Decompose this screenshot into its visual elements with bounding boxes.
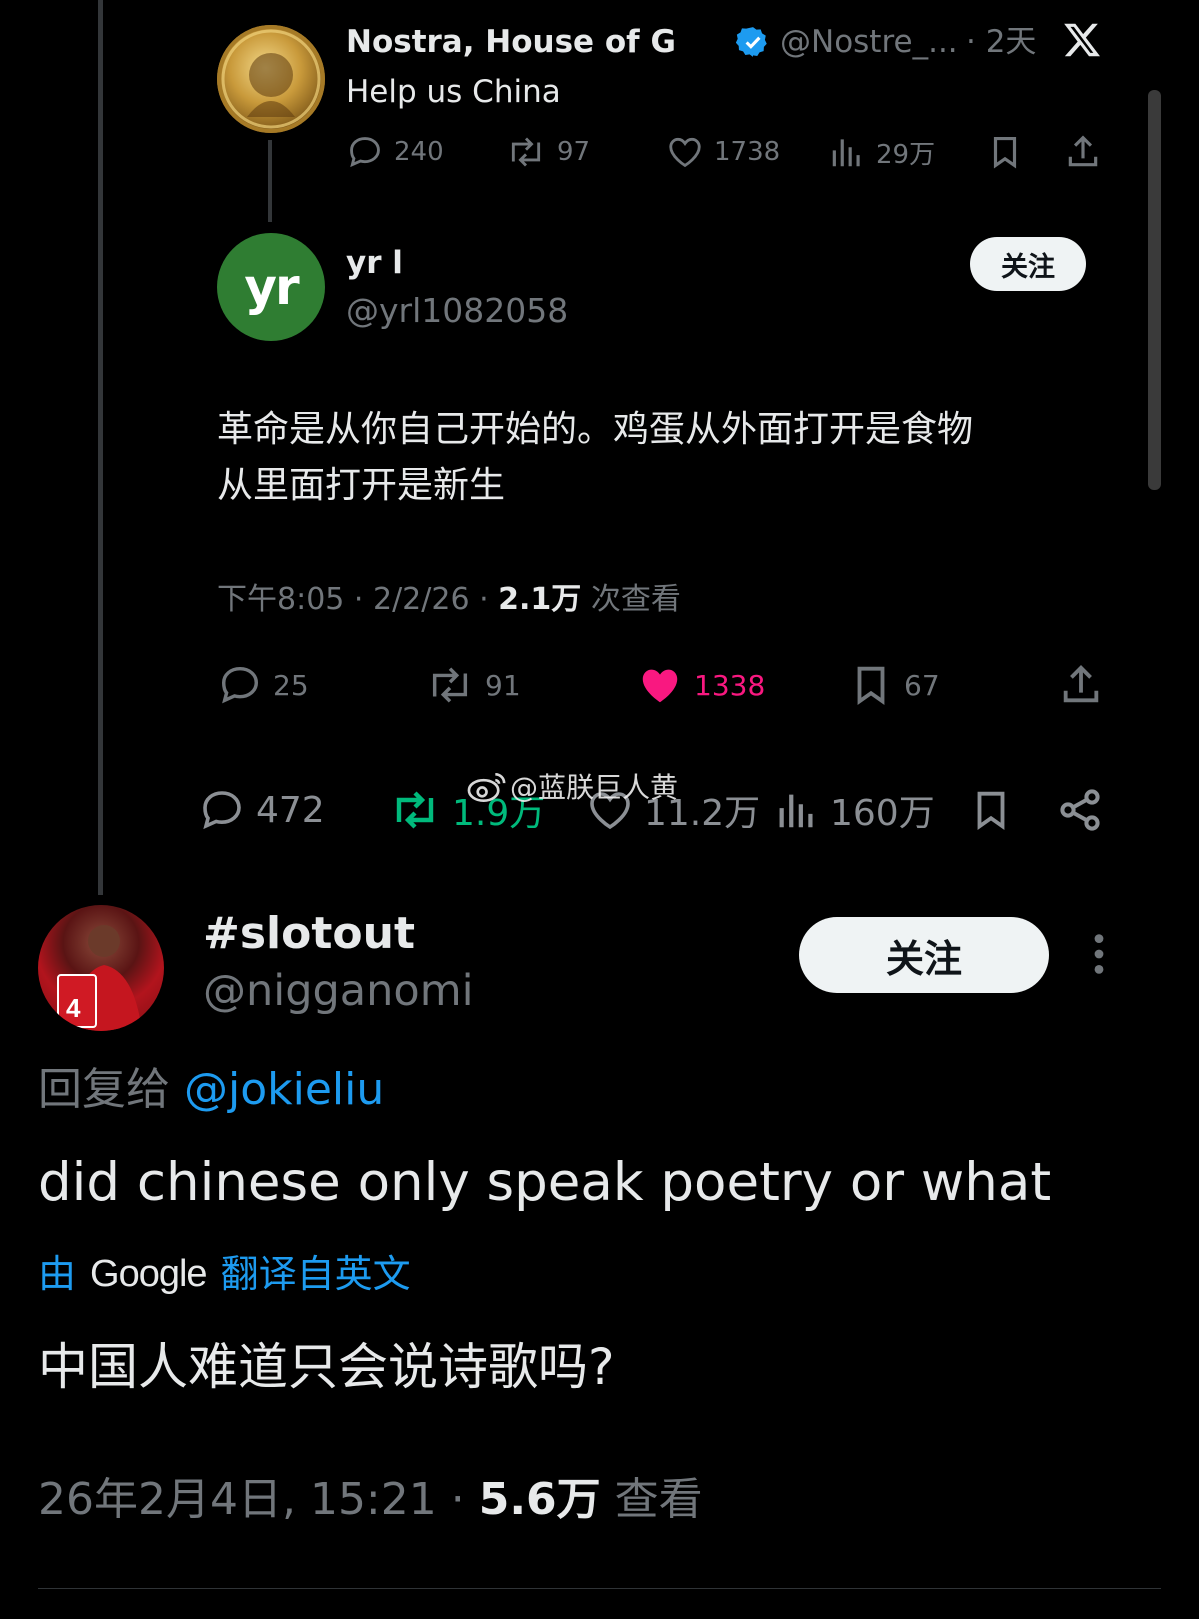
google-logo: Google <box>90 1253 208 1295</box>
weibo-watermark: @蓝朕巨人黄 <box>466 766 678 806</box>
translate-suffix: 翻译自英文 <box>220 1252 411 1296</box>
reply-post-timestamp[interactable]: 下午8:05 · 2/2/26 · <box>217 582 498 617</box>
outer-reply-count: 472 <box>256 789 325 831</box>
weibo-watermark-text: @蓝朕巨人黄 <box>510 771 679 804</box>
quoted-views-count: 29万 <box>876 139 936 170</box>
reply-bookmark-action[interactable]: 67 <box>848 662 940 708</box>
quoted-repost-count: 97 <box>557 137 591 167</box>
reply-post-meta: 下午8:05 · 2/2/26 · 2.1万 次查看 <box>217 580 681 620</box>
reply-bookmark-count: 67 <box>904 668 940 702</box>
avatar-nostra[interactable] <box>217 25 325 133</box>
main-post-text: did chinese only speak poetry or what <box>38 1152 1052 1213</box>
verified-badge-icon <box>736 25 770 59</box>
avatar-yr[interactable]: yr <box>217 233 325 341</box>
reply-follow-button[interactable]: 关注 <box>970 237 1086 291</box>
quoted-reply-count: 240 <box>394 137 444 167</box>
avatar-yr-text: yr <box>244 258 299 316</box>
outer-views-count: 160万 <box>830 793 935 834</box>
reply-post-text-line2: 从里面打开是新生 <box>217 465 506 506</box>
quoted-post-text: Help us China <box>346 74 561 110</box>
more-icon[interactable] <box>1088 932 1110 976</box>
outer-share-icon[interactable] <box>1056 786 1104 834</box>
quoted-reply-action[interactable]: 240 <box>346 132 444 172</box>
repost-icon <box>396 791 434 829</box>
svg-text:4: 4 <box>66 993 81 1023</box>
quoted-bookmark-icon[interactable] <box>986 133 1024 171</box>
weibo-icon <box>467 772 506 802</box>
main-post-timestamp[interactable]: 26年2月4日, 15:21 · <box>38 1474 479 1525</box>
views-icon <box>832 139 860 167</box>
reply-post-name[interactable]: yr l <box>346 243 403 283</box>
scrollbar[interactable] <box>1148 90 1161 490</box>
reply-reply-action[interactable]: 25 <box>217 662 309 708</box>
quoted-views-action[interactable]: 29万 <box>828 132 935 172</box>
main-post-views-count: 5.6万 <box>478 1474 601 1525</box>
reply-like-count: 1338 <box>694 668 766 702</box>
thread-line-inner <box>268 140 272 222</box>
repost-icon <box>511 137 541 167</box>
main-post-name[interactable]: #slotout <box>203 908 415 960</box>
quoted-like-action[interactable]: 1738 <box>666 132 780 172</box>
translated-text: 中国人难道只会说诗歌吗? <box>38 1338 615 1396</box>
bottom-divider <box>38 1588 1161 1589</box>
outer-reply-action[interactable]: 472 <box>198 786 325 834</box>
reply-post-views-label: 次查看 <box>581 582 681 617</box>
translation-attribution[interactable]: 由 Google 翻译自英文 <box>38 1248 411 1300</box>
thread-line-outer <box>98 0 103 895</box>
quoted-post-name[interactable]: Nostra, House of G <box>346 22 676 62</box>
repost-icon <box>432 667 468 703</box>
like-icon <box>642 669 678 703</box>
views-icon <box>779 794 813 828</box>
reply-to-handle[interactable]: @jokieliu <box>184 1064 384 1115</box>
reply-icon <box>350 137 380 168</box>
reply-post-handle[interactable]: @yrl1082058 <box>346 290 568 332</box>
reply-share-icon[interactable] <box>1058 662 1104 708</box>
reply-like-action[interactable]: 1338 <box>636 662 765 708</box>
main-post-meta: 26年2月4日, 15:21 · 5.6万 查看 <box>38 1473 703 1527</box>
reply-to-prefix: 回复给 <box>38 1064 184 1115</box>
outer-views-action[interactable]: 160万 <box>774 786 935 834</box>
reply-post-views-count: 2.1万 <box>498 582 582 617</box>
translate-prefix: 由 <box>38 1252 77 1296</box>
like-icon <box>669 137 701 168</box>
quoted-post-handle[interactable]: @Nostre_... <box>780 22 958 62</box>
reply-icon <box>221 666 259 704</box>
reply-post-text-line1: 革命是从你自己开始的。鸡蛋从外面打开是食物 <box>217 409 974 450</box>
x-logo-icon[interactable] <box>1062 20 1102 60</box>
quoted-repost-action[interactable]: 97 <box>505 132 590 172</box>
bookmark-icon <box>857 666 885 705</box>
main-post-handle[interactable]: @nigganomi <box>203 965 474 1017</box>
quoted-like-count: 1738 <box>714 137 781 167</box>
quoted-post-time[interactable]: · 2天 <box>966 22 1036 62</box>
reply-reply-count: 25 <box>273 668 309 702</box>
reply-to-line: 回复给 @jokieliu <box>38 1063 384 1117</box>
outer-bookmark-icon[interactable] <box>968 786 1014 834</box>
reply-repost-action[interactable]: 91 <box>425 662 521 708</box>
main-follow-button[interactable]: 关注 <box>799 917 1049 993</box>
reply-repost-count: 91 <box>485 668 521 702</box>
main-post-views-label: 查看 <box>600 1474 703 1525</box>
quoted-share-icon[interactable] <box>1064 133 1102 171</box>
reply-icon <box>203 791 241 830</box>
avatar-slotout[interactable]: 4 <box>38 905 164 1031</box>
